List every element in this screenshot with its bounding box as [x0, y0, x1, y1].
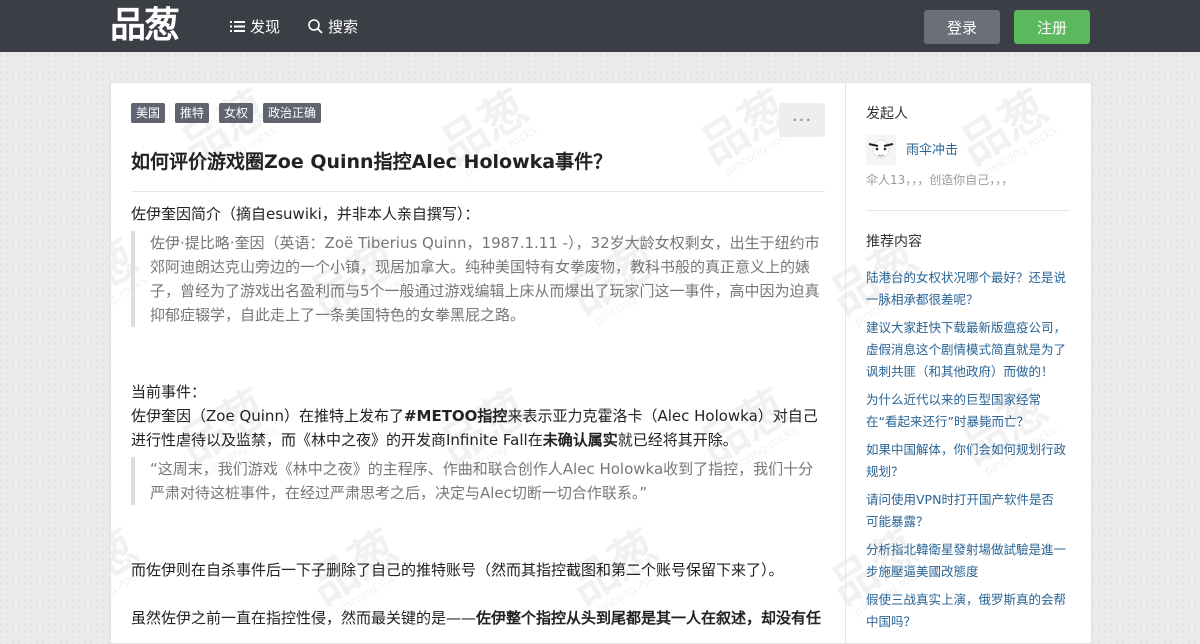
nav-search-label: 搜索 — [328, 17, 359, 36]
more-options-button[interactable]: ··· — [779, 103, 825, 137]
bio-quote: 佐伊·提比略·奎因（英语：Zoë Tiberius Quinn，1987.1.1… — [131, 231, 824, 327]
current-event-label: 当前事件： — [131, 383, 207, 401]
tag-feminism[interactable]: 女权 — [219, 103, 254, 123]
title-divider — [131, 191, 825, 192]
sidebar-divider — [866, 210, 1070, 211]
recommended-item[interactable]: 为什么近代以来的巨型国家经常在“看起来还行”时暴毙而亡？ — [866, 389, 1066, 433]
tag-usa[interactable]: 美国 — [131, 103, 166, 123]
current-event-paragraph: 佐伊奎因（Zoe Quinn）在推特上发布了#METOO指控来表示亚力克霍洛卡（… — [131, 407, 818, 449]
tag-political-correctness[interactable]: 政治正确 — [263, 103, 322, 123]
deletion-paragraph: 而佐伊则在自杀事件后一下子删除了自己的推特账号（然而其指控截图和第二个账号保留下… — [131, 561, 784, 579]
top-navbar: 品葱 发现 搜索 登录 注册 — [0, 0, 1200, 52]
recommended-label: 推荐内容 — [866, 234, 922, 250]
sidebar: 发起人 雨伞冲击 伞人13，，，创造你自己，，， 推荐内容 陆港台的女权状况哪个… — [845, 83, 1091, 643]
nav-discover[interactable]: 发现 — [230, 0, 280, 52]
avatar-icon — [866, 135, 896, 165]
author-bio: 伞人13，，，创造你自己，，， — [866, 173, 1014, 187]
tag-list: 美国 推特 女权 政治正确 — [131, 103, 322, 123]
recommended-item[interactable]: 假使三战真实上演，俄罗斯真的会帮中国吗？ — [866, 589, 1066, 633]
avatar[interactable] — [866, 135, 896, 165]
question-title: 如何评价游戏圈Zoe Quinn指控Alec Holowka事件？ — [131, 151, 613, 173]
tag-twitter[interactable]: 推特 — [175, 103, 210, 123]
key-point-paragraph: 虽然佐伊之前一直在指控性侵，然而最关键的是——佐伊整个指控从头到尾都是其一人在叙… — [131, 609, 822, 627]
recommended-item[interactable]: 分析指北韓衛星發射場做試驗是進一步施壓逼美國改態度 — [866, 539, 1066, 583]
recommended-item[interactable]: 陆港台的女权状况哪个最好？还是说一脉相承都很差呢？ — [866, 267, 1066, 311]
intro-paragraph: 佐伊奎因简介（摘自esuwiki，并非本人亲自撰写）： — [131, 205, 480, 223]
list-icon — [230, 20, 245, 32]
nav-search[interactable]: 搜索 — [308, 0, 358, 52]
initiator-label: 发起人 — [866, 106, 908, 122]
nav-discover-label: 发现 — [250, 17, 281, 36]
recommended-item[interactable]: 请问使用VPN时打开国产软件是否可能暴露？ — [866, 489, 1066, 533]
site-logo[interactable]: 品葱 — [110, 6, 180, 46]
register-button[interactable]: 注册 — [1014, 10, 1090, 44]
recommended-item[interactable]: 如果中国解体，你们会如何规划行政规划？ — [866, 439, 1066, 483]
question-main: 美国 推特 女权 政治正确 ··· 如何评价游戏圈Zoe Quinn指控Alec… — [111, 83, 845, 643]
question-card: 品葱 pincong.rocks 品葱 pincong.rocks 品葱 pincon… — [110, 82, 1092, 644]
studio-statement-quote: “这周末，我们游戏《林中之夜》的主程序、作曲和联合创作人Alec Holowka… — [131, 457, 824, 505]
search-icon — [308, 18, 323, 34]
recommended-item[interactable]: 建议大家赶快下载最新版瘟疫公司，虚假消息这个剧情模式简直就是为了讽刺共匪（和其他… — [866, 317, 1066, 383]
login-button[interactable]: 登录 — [924, 10, 1000, 44]
author-link[interactable]: 雨伞冲击 — [906, 139, 958, 158]
